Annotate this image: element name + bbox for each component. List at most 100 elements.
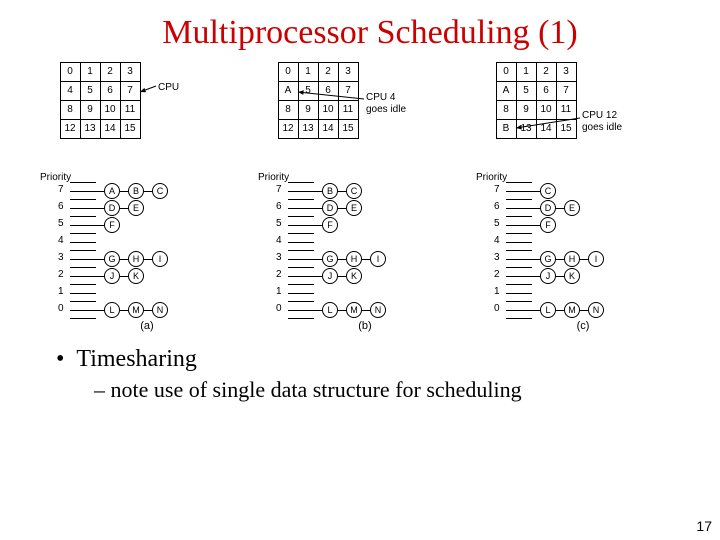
priority-row: 7ABC — [70, 182, 96, 200]
priority-row: 3GHI — [70, 251, 96, 268]
queue-nodes: ABC — [96, 183, 168, 199]
priority-number: 2 — [494, 269, 500, 280]
priority-number: 3 — [58, 252, 64, 263]
link-dash — [580, 259, 588, 260]
priority-row: 2JK — [288, 268, 314, 285]
priority-rung — [70, 293, 96, 294]
link-dash — [314, 259, 322, 260]
queue-nodes: JK — [314, 268, 362, 284]
queue-nodes: F — [532, 217, 556, 233]
process-node: F — [322, 217, 338, 233]
slide: Multiprocessor Scheduling (1) 0123456789… — [0, 0, 720, 540]
panel-caption: (a) — [40, 320, 254, 332]
link-dash — [314, 191, 322, 192]
priority-number: 6 — [58, 201, 64, 212]
process-node: K — [128, 268, 144, 284]
priority-row: 5F — [506, 217, 532, 234]
process-node: I — [370, 251, 386, 267]
link-dash — [338, 310, 346, 311]
priority-row: 0LMN — [506, 302, 532, 319]
process-node: G — [104, 251, 120, 267]
process-node: D — [540, 200, 556, 216]
link-dash — [338, 191, 346, 192]
process-node: K — [346, 268, 362, 284]
bullet-2-text: note use of single data structure for sc… — [111, 377, 522, 402]
link-dash — [532, 259, 540, 260]
process-node: A — [104, 183, 120, 199]
process-node: B — [128, 183, 144, 199]
process-node: C — [540, 183, 556, 199]
process-node: B — [322, 183, 338, 199]
link-dash — [120, 191, 128, 192]
bullet-2: – note use of single data structure for … — [94, 377, 690, 403]
process-node: J — [540, 268, 556, 284]
priority-number: 5 — [276, 218, 282, 229]
priority-rung — [70, 276, 96, 277]
process-node: N — [152, 302, 168, 318]
priority-number: 7 — [494, 184, 500, 195]
process-node: H — [346, 251, 362, 267]
priority-rung — [70, 208, 96, 209]
process-node: G — [540, 251, 556, 267]
arrow-icon — [258, 62, 458, 182]
process-node: K — [564, 268, 580, 284]
priority-label: Priority — [40, 172, 71, 183]
link-dash — [362, 310, 370, 311]
priority-row: 6DE — [288, 200, 314, 217]
queue-nodes: GHI — [532, 251, 604, 267]
queue-nodes: DE — [96, 200, 144, 216]
link-dash — [532, 208, 540, 209]
process-node: F — [104, 217, 120, 233]
queue-nodes: GHI — [96, 251, 168, 267]
priority-rung — [70, 310, 96, 311]
priority-row: 2JK — [506, 268, 532, 285]
panel-c: 0123A567891011B131415CPU 12 goes idlePri… — [476, 62, 690, 332]
link-dash — [556, 310, 564, 311]
link-dash — [120, 276, 128, 277]
priority-ladder: 7BC6DE5F43GHI2JK10LMN — [288, 182, 314, 319]
process-node: N — [588, 302, 604, 318]
priority-label: Priority — [476, 172, 507, 183]
link-dash — [556, 259, 564, 260]
priority-number: 4 — [58, 235, 64, 246]
priority-rung — [288, 191, 314, 192]
queue-nodes: JK — [532, 268, 580, 284]
priority-number: 2 — [276, 269, 282, 280]
page-number: 17 — [696, 518, 712, 534]
priority-number: 4 — [494, 235, 500, 246]
link-dash — [556, 208, 564, 209]
link-dash — [96, 191, 104, 192]
priority-row: 7BC — [288, 182, 314, 200]
queue-nodes: F — [314, 217, 338, 233]
priority-number: 0 — [58, 303, 64, 314]
priority-number: 3 — [276, 252, 282, 263]
process-node: H — [128, 251, 144, 267]
queue-nodes: BC — [314, 183, 362, 199]
priority-number: 7 — [58, 184, 64, 195]
priority-row: 5F — [288, 217, 314, 234]
priority-rung — [506, 310, 532, 311]
queue-nodes: C — [532, 183, 556, 199]
link-dash — [120, 310, 128, 311]
link-dash — [532, 191, 540, 192]
queue-nodes: DE — [314, 200, 362, 216]
bullet-1-text: Timesharing — [76, 346, 196, 372]
link-dash — [96, 310, 104, 311]
link-dash — [338, 259, 346, 260]
process-node: L — [104, 302, 120, 318]
process-node: C — [346, 183, 362, 199]
link-dash — [532, 276, 540, 277]
process-node: M — [128, 302, 144, 318]
link-dash — [144, 191, 152, 192]
link-dash — [338, 276, 346, 277]
priority-row: 4 — [506, 234, 532, 251]
priority-rung — [70, 191, 96, 192]
priority-number: 6 — [276, 201, 282, 212]
link-dash — [120, 208, 128, 209]
priority-row: 3GHI — [506, 251, 532, 268]
priority-number: 0 — [276, 303, 282, 314]
priority-number: 4 — [276, 235, 282, 246]
priority-row: 5F — [70, 217, 96, 234]
link-dash — [96, 225, 104, 226]
link-dash — [120, 259, 128, 260]
